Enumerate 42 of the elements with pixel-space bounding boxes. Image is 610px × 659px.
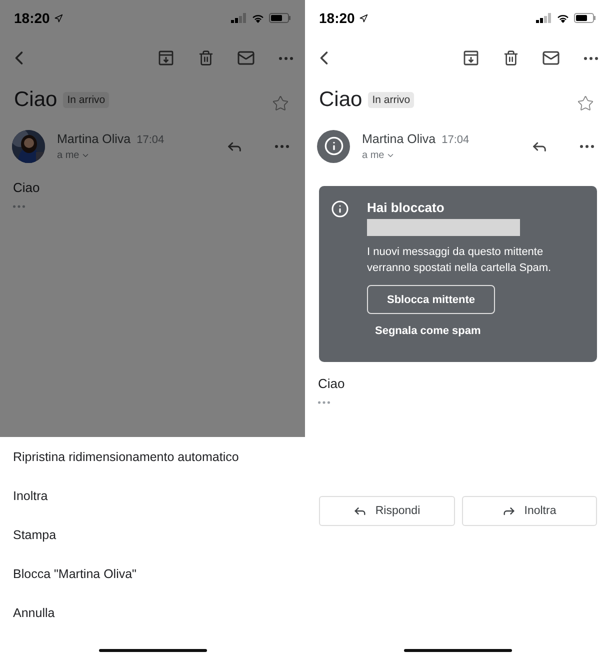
battery-icon: [574, 13, 596, 23]
wifi-icon: [251, 13, 265, 23]
info-icon: [331, 200, 349, 218]
more-icon: [13, 205, 25, 208]
recipient-toggle[interactable]: a me: [362, 150, 396, 160]
banner-message: I nuovi messaggi da questo mittente verranno spostati nella cartella Spam.: [367, 245, 552, 276]
sender-name: Martina Oliva: [362, 132, 436, 146]
status-time: 18:20: [319, 10, 355, 26]
email-body: Ciao: [13, 180, 41, 195]
sheet-option[interactable]: Blocca "Martina Oliva": [0, 554, 305, 593]
reply-button[interactable]: Rispondi: [319, 496, 454, 526]
sent-time: 17:04: [136, 134, 164, 146]
more-icon: [318, 401, 330, 404]
unblock-button[interactable]: Sblocca mittente: [367, 285, 495, 314]
signal-icon: [231, 13, 247, 23]
sheet-option[interactable]: Ripristina ridimensionamento automatico: [0, 437, 305, 476]
archive-icon: [158, 50, 174, 66]
archive-icon: [463, 50, 479, 66]
sheet-option[interactable]: Inoltra: [0, 476, 305, 515]
battery-icon: [269, 13, 291, 23]
sent-time: 17:04: [442, 134, 470, 146]
location-icon: [54, 14, 63, 22]
report-spam-button[interactable]: Segnala come spam: [375, 321, 481, 341]
banner-title: Hai bloccato: [367, 200, 444, 215]
location-icon: [358, 14, 368, 22]
label-tag: In arrivo: [63, 92, 110, 108]
sender-name: Martina Oliva: [57, 132, 131, 146]
wifi-icon: [556, 13, 570, 23]
more-icon: [580, 144, 594, 148]
email-subject: Ciao: [319, 88, 362, 112]
email-body: Ciao: [318, 376, 346, 391]
sheet-option[interactable]: Annulla: [0, 593, 305, 632]
email-subject: Ciao: [14, 88, 58, 112]
label-tag: In arrivo: [368, 92, 414, 108]
info-icon: [324, 136, 344, 156]
more-icon: [279, 56, 293, 60]
more-icon: [275, 144, 289, 148]
forward-button[interactable]: Inoltra: [462, 496, 597, 526]
more-icon: [584, 56, 598, 60]
status-time: 18:20: [14, 10, 50, 26]
sheet-option[interactable]: Stampa: [0, 515, 305, 554]
signal-icon: [536, 13, 552, 23]
